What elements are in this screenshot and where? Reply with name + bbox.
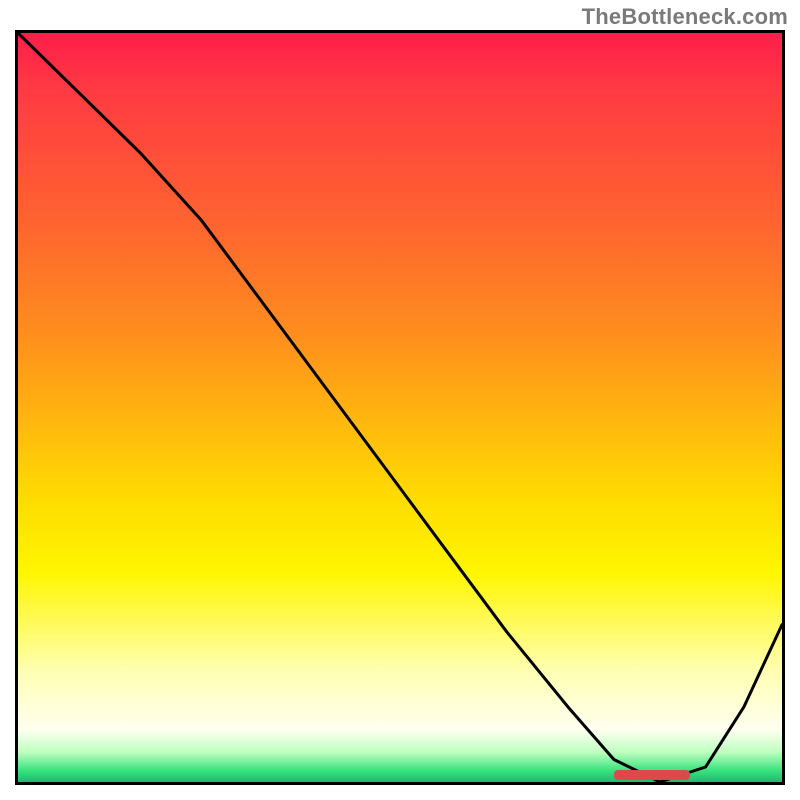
plot-area bbox=[15, 30, 785, 785]
chart-container: TheBottleneck.com bbox=[0, 0, 800, 800]
watermark-text: TheBottleneck.com bbox=[582, 4, 788, 30]
optimal-range-marker bbox=[614, 770, 690, 780]
bottleneck-curve bbox=[18, 33, 782, 782]
